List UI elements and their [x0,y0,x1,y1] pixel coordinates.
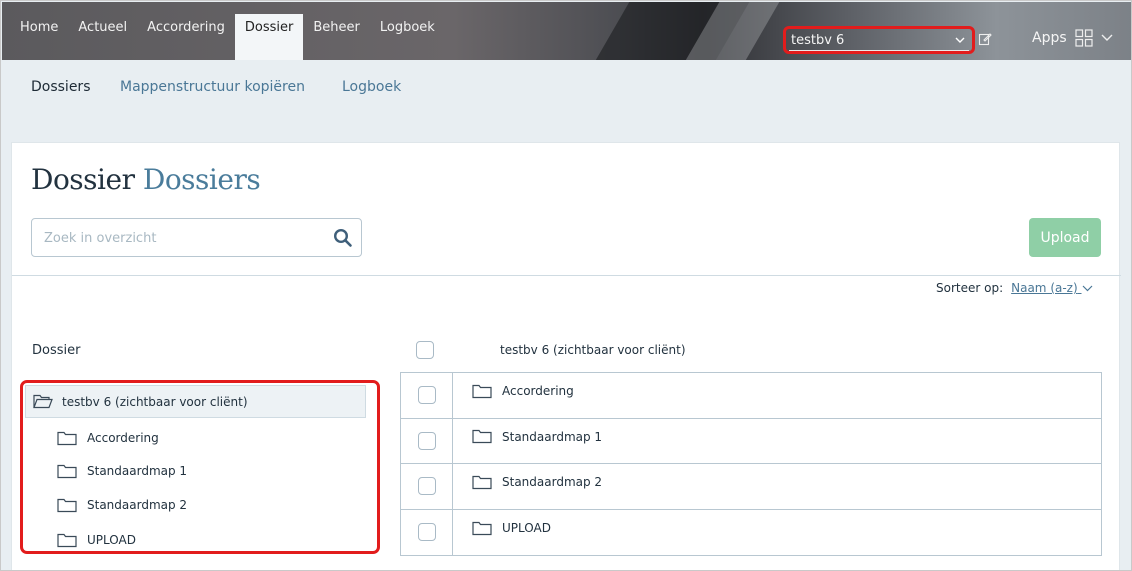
list-item-label: Standaardmap 1 [502,429,603,444]
nav-accordering[interactable]: Accordering [137,14,235,60]
tenant-select-value: testbv 6 [791,33,845,48]
divider [12,275,1121,276]
folder-icon [57,464,77,478]
sort-label: Sorteer op: [936,281,1004,295]
row-checkbox[interactable] [417,477,436,496]
main-panel: Dossier Dossiers Upload Sorteer op: Naam… [11,142,1121,570]
sort-control: Sorteer op: Naam (a-z) [936,281,1093,295]
tree-item-label: Standaardmap 2 [87,498,188,512]
row-checkbox[interactable] [417,431,436,450]
list-item-label: Standaardmap 2 [502,475,603,490]
list-row-standaardmap-2: Standaardmap 2 [401,464,1101,510]
folder-icon [57,533,77,547]
upload-button[interactable]: Upload [1029,218,1101,257]
app-window: Home Actueel Accordering Dossier Beheer … [0,0,1132,571]
tree-item-standaardmap-2[interactable]: Standaardmap 2 [57,495,187,515]
folder-icon [472,430,492,444]
sort-select[interactable]: Naam (a-z) [1011,281,1092,295]
folder-icon [57,498,77,512]
checkbox-cell [401,509,453,555]
list-item[interactable]: Standaardmap 2 [453,475,602,490]
list-row-standaardmap-1: Standaardmap 1 [401,418,1101,464]
page-title-accent: Dossiers [142,163,261,196]
top-navigation-bar: Home Actueel Accordering Dossier Beheer … [2,2,1131,60]
tree-root-folder[interactable]: testbv 6 (zichtbaar voor cliënt) [25,385,366,418]
main-nav: Home Actueel Accordering Dossier Beheer … [10,14,445,60]
apps-menu[interactable]: Apps [1032,29,1113,47]
nav-actueel[interactable]: Actueel [68,14,137,60]
folder-icon [472,521,492,535]
list-header: testbv 6 (zichtbaar voor cliënt) [416,340,686,360]
list-item-label: UPLOAD [502,521,551,536]
tree-item-upload[interactable]: UPLOAD [57,530,136,550]
grid-icon [1075,29,1093,47]
nav-beheer[interactable]: Beheer [303,14,370,60]
folder-icon [472,475,492,489]
chevron-down-icon [1082,285,1092,292]
checkbox-cell [401,373,453,418]
nav-home[interactable]: Home [10,14,68,60]
list-row-upload: UPLOAD [401,509,1101,555]
tree-root-label: testbv 6 (zichtbaar voor cliënt) [62,394,248,409]
search-icon[interactable] [333,228,353,248]
page-title-main: Dossier [31,163,135,196]
tree-item-label: UPLOAD [87,533,136,547]
tenant-select-highlight: testbv 6 [783,26,975,54]
edit-icon[interactable] [978,32,992,46]
sub-navigation: Dossiers Mappenstructuur kopiëren Logboe… [2,60,1131,140]
select-all-checkbox[interactable] [416,341,434,359]
list-item[interactable]: UPLOAD [453,521,551,536]
tenant-select[interactable]: testbv 6 [789,31,969,51]
search-input[interactable] [44,227,324,249]
folder-open-icon [33,394,53,409]
folder-list: Accordering Standaardmap 1 Standaardmap … [400,372,1102,556]
list-item[interactable]: Accordering [453,384,574,399]
list-item[interactable]: Standaardmap 1 [453,429,602,444]
checkbox-cell [401,464,453,509]
chevron-down-icon [1101,34,1113,41]
nav-dossier[interactable]: Dossier [234,14,304,60]
tree-item-accordering[interactable]: Accordering [57,428,159,448]
tree-heading: Dossier [32,343,81,358]
row-checkbox[interactable] [417,386,436,405]
page-title: Dossier Dossiers [31,163,261,196]
apps-label: Apps [1032,30,1067,46]
list-header-label: testbv 6 (zichtbaar voor cliënt) [500,343,686,357]
row-checkbox[interactable] [417,523,436,542]
folder-icon [472,384,492,398]
nav-logboek[interactable]: Logboek [370,14,445,60]
subnav-mappenstructuur-kopieren[interactable]: Mappenstructuur kopiëren [120,79,305,95]
sort-value: Naam (a-z) [1011,281,1078,295]
tree-item-label: Standaardmap 1 [87,464,188,478]
tree-item-standaardmap-1[interactable]: Standaardmap 1 [57,461,187,481]
list-row-accordering: Accordering [401,373,1101,419]
folder-icon [57,431,77,445]
checkbox-cell [401,418,453,463]
subnav-dossiers[interactable]: Dossiers [31,79,91,95]
search-box [31,218,362,257]
subnav-logboek[interactable]: Logboek [342,79,401,95]
tree-item-label: Accordering [87,431,159,445]
list-item-label: Accordering [502,384,574,399]
chevron-down-icon [955,34,965,47]
